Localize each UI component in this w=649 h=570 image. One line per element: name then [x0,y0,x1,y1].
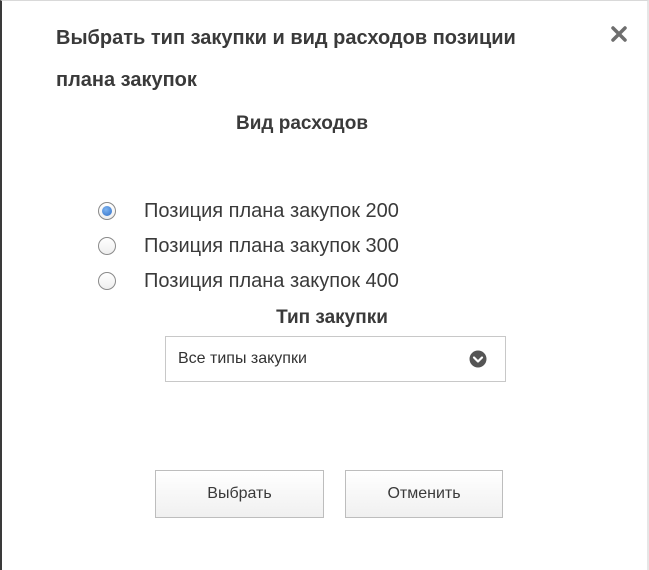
close-icon[interactable] [602,17,636,51]
expense-option-400[interactable]: Позиция плана закупок 400 [98,263,399,298]
cancel-button[interactable]: Отменить [345,470,503,518]
radio-button-200[interactable] [98,201,116,220]
chevron-down-icon [469,350,487,368]
purchase-type-select[interactable]: Все типы закупки [165,336,506,382]
dialog-title: Выбрать тип закупки и вид расходов позиц… [56,27,516,91]
radio-button-400[interactable] [98,271,116,290]
purchase-type-dialog: Выбрать тип закупки и вид расходов позиц… [0,0,649,570]
expense-type-radio-group: Позиция плана закупок 200 Позиция плана … [98,193,399,298]
purchase-type-heading: Тип закупки [276,307,388,328]
radio-button-300[interactable] [98,236,116,255]
purchase-type-selected-value: Все типы закупки [178,350,307,367]
select-button[interactable]: Выбрать [155,470,324,518]
expense-option-300[interactable]: Позиция плана закупок 300 [98,228,399,263]
expense-option-label: Позиция плана закупок 200 [144,199,399,222]
expense-option-200[interactable]: Позиция плана закупок 200 [98,193,399,228]
expense-type-heading: Вид расходов [235,113,369,134]
expense-option-label: Позиция плана закупок 400 [144,269,399,292]
expense-option-label: Позиция плана закупок 300 [144,234,399,257]
